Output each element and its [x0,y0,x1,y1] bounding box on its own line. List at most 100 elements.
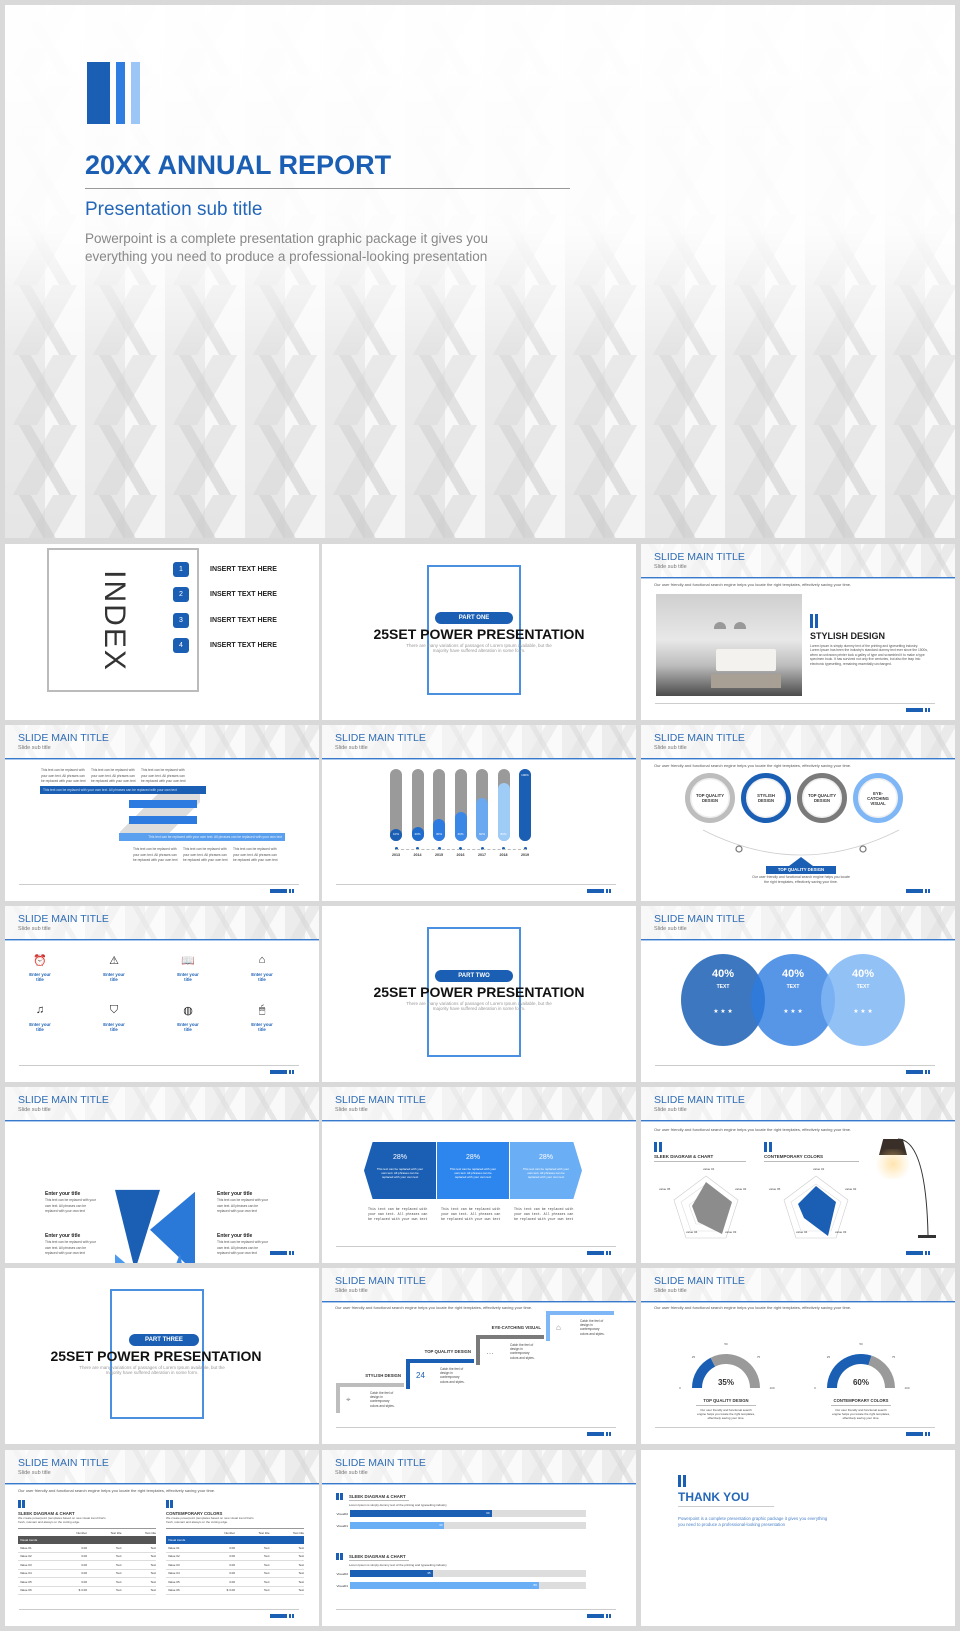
table-cell: Text [150,1562,156,1567]
table-cell: 3.00 [229,1545,235,1550]
lamp-shape [714,622,726,629]
part-one-slide[interactable]: PART ONE 25SET POWER PRESENTATION There … [322,544,636,720]
table-row: Value 06 $ 3.00 Text Text [166,1587,304,1595]
index-item-label[interactable]: INSERT TEXT HERE [210,591,277,598]
table-cell: Text [298,1571,304,1576]
part-two-slide[interactable]: PART TWO 25SET POWER PRESENTATION There … [322,906,636,1082]
hexagon-box: 28% This text can be replaced with your o… [437,1142,509,1199]
text-block: This text can be replaced with your own … [141,768,186,783]
hexagon-text: This text can be replaced with your own … [522,1167,570,1179]
table-cell: Value 04 [20,1571,32,1576]
radar-axis-label: value 03 [725,1230,737,1234]
triangle-item-text: This text can be replaced with your own … [217,1240,268,1255]
gauge-tick: 25 [826,1354,831,1359]
stylish-design-slide[interactable]: SLIDE MAIN TITLE Slide sub title Our use… [641,544,955,720]
icon-title: Enter your title [177,1022,199,1032]
thank-you-slide[interactable]: THANK YOU Powerpoint is a complete prese… [641,1450,955,1626]
part-three-slide[interactable]: PART THREE 25SET POWER PRESENTATION Ther… [5,1268,319,1444]
thank-you-title: THANK YOU [678,1490,774,1507]
hexagon-slide[interactable]: SLIDE MAIN TITLE Slide sub title 28% This… [322,1087,636,1263]
x-tick-label: 2015 [435,853,443,857]
hexagon-box: 28% This text can be replaced with your o… [510,1142,582,1199]
table-cell: Value 02 [20,1554,32,1559]
step-text: Catch the feel of design in contemporary… [370,1391,395,1408]
tables-slide[interactable]: SLIDE MAIN TITLE Slide sub title Our use… [5,1450,319,1626]
table-row: Value 01 3.00 Text Text [166,1544,304,1553]
table-cell: 3.00 [229,1562,235,1567]
table-cell: Value 05 [20,1579,32,1584]
index-item-label[interactable]: INSERT TEXT HERE [210,617,277,624]
radar-right-title: CONTEMPORARY COLORS [764,1154,859,1162]
table-cell: Value 03 [168,1562,180,1567]
table-group-row: Visual trends [166,1536,304,1544]
bar: 80% [497,783,510,841]
hexagon-text: This text can be replaced with your own … [449,1167,497,1179]
slide-title: SLIDE MAIN TITLE [335,1457,426,1469]
house-icon: ⌂ [258,954,266,966]
icons-slide[interactable]: SLIDE MAIN TITLE Slide sub title ⏰ Enter … [5,906,319,1082]
table-cell: Value 06 [168,1588,180,1593]
radar-slide[interactable]: SLIDE MAIN TITLE Slide sub title Our use… [641,1087,955,1263]
part-badge: PART ONE [435,612,513,624]
table-cell: Text [298,1588,304,1593]
step-text: Catch the feel of design in contemporary… [510,1343,535,1360]
step-top-bar [476,1335,544,1339]
table-cell: Text [150,1571,156,1576]
calendar-icon: 24 [416,1371,425,1380]
rings-slide[interactable]: SLIDE MAIN TITLE Slide sub title Our use… [641,725,955,901]
hbar-caption: Lorem Ipsum is simply dummy text of the … [349,1563,447,1567]
alarm-clock-icon: ⏰ [33,955,47,967]
bars-icon [166,1500,174,1508]
circles-slide[interactable]: SLIDE MAIN TITLE Slide sub title 40% TEXT… [641,906,955,1082]
icon-title: Enter your title [251,1022,273,1032]
text-bars-slide[interactable]: SLIDE MAIN TITLE Slide sub title This te… [5,725,319,901]
circle-value: 40% [851,968,875,980]
step-side-bar [336,1383,340,1413]
triangles-slide[interactable]: SLIDE MAIN TITLE Slide sub title Enter y… [5,1087,319,1263]
step-top-bar [546,1311,614,1315]
column-header: Number [224,1530,235,1535]
table-row: Value 02 3.00 Text Text [166,1553,304,1561]
gauge-caption: Our user friendly and functional search … [832,1408,890,1420]
slide-title: SLIDE MAIN TITLE [654,913,745,925]
table-row: Value 05 3.00 Text Text [166,1578,304,1587]
triangle-item-title: Enter your title [217,1233,253,1239]
hbar-category: Visual01 [336,1524,348,1528]
radar-axis-label: value 02 [845,1187,857,1191]
hexagon-value: 28% [538,1154,553,1161]
x-tick-label: 2017 [478,853,486,857]
table-cell: 3.00 [81,1554,87,1559]
bar: 60% [476,797,488,841]
index-item-label[interactable]: INSERT TEXT HERE [210,566,277,573]
slide-subtitle: Slide sub title [654,564,687,570]
hbar-caption: Lorem Ipsum is simply dummy text of the … [349,1503,447,1507]
column-header: Test title [258,1530,270,1535]
icon-title: Enter your title [103,972,125,982]
index-item-label[interactable]: INSERT TEXT HERE [210,642,277,649]
slide-intro: Our user friendly and functional search … [654,1127,852,1132]
icon-title: Enter your title [29,1022,51,1032]
index-number: 4 [173,638,189,653]
table-cell: Value 05 [168,1579,180,1584]
slide-title: SLIDE MAIN TITLE [18,1094,109,1106]
rug-shape [711,674,781,688]
index-number: 1 [173,562,189,577]
hbar-slide[interactable]: SLIDE MAIN TITLE Slide sub title SLEEK D… [322,1450,636,1626]
table-cell: Text [150,1588,156,1593]
triangle-item-text: This text can be replaced with your own … [217,1198,268,1213]
hexagon-text: This text can be replaced with your own … [376,1167,424,1179]
table-row: Value 03 3.00 Text Text [166,1561,304,1570]
steps-slide[interactable]: SLIDE MAIN TITLE Slide sub title Our use… [322,1268,636,1444]
rings-badge: TOP QUALITY DESIGN [766,866,836,874]
bars-icon [764,1142,776,1152]
table-row: Value 03 3.00 Text Text [18,1561,156,1570]
gauges-slide[interactable]: SLIDE MAIN TITLE Slide sub title Our use… [641,1268,955,1444]
column-header: Test title [292,1530,304,1535]
radar-axis-label: value 03 [835,1230,847,1234]
table-cell: Text [115,1579,122,1584]
index-slide[interactable]: INDEX 1 INSERT TEXT HERE 2 INSERT TEXT H… [5,544,319,720]
progress-chart-slide[interactable]: SLIDE MAIN TITLE Slide sub title 10% 2013… [322,725,636,901]
table-cell: Text [115,1545,122,1550]
cover-slide[interactable]: 20XX ANNUAL REPORT Presentation sub titl… [5,5,955,538]
hbar: 60 [350,1510,492,1517]
